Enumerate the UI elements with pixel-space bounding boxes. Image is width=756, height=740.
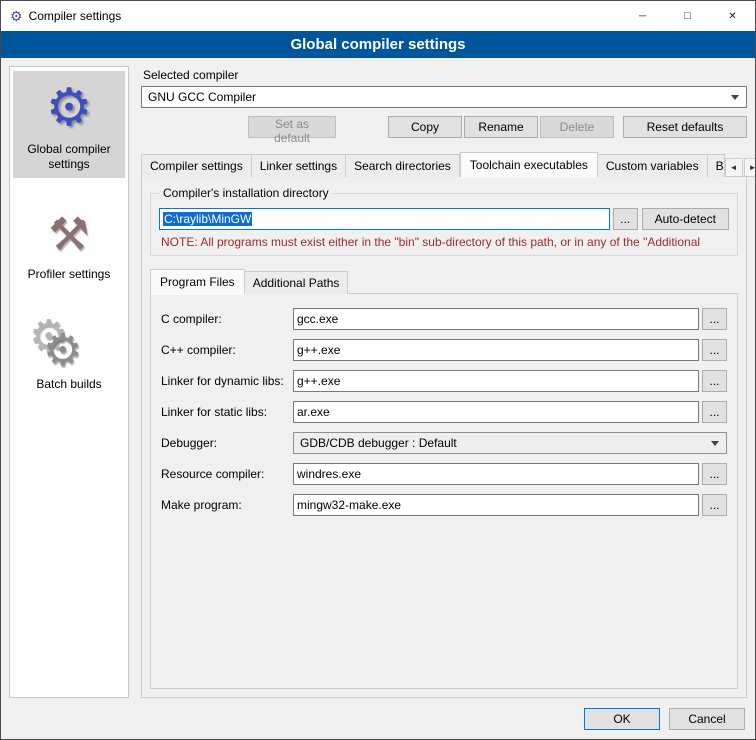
tab-program-files[interactable]: Program Files	[150, 269, 245, 294]
tab-custom-variables[interactable]: Custom variables	[598, 154, 708, 177]
resource-compiler-value: windres.exe	[297, 467, 361, 481]
dynamic-linker-row: Linker for dynamic libs: g++.exe ...	[161, 370, 727, 392]
tab-scroll-arrows: ◄ ►	[725, 158, 756, 177]
gear-gray-icon: ⚙⚙	[15, 311, 123, 375]
bin-subdirectory-note: NOTE: All programs must exist either in …	[161, 235, 727, 249]
dialog-header: Global compiler settings	[1, 31, 755, 58]
sidebar-item-global-compiler-settings[interactable]: ⚙ Global compiler settings	[13, 71, 125, 178]
cpp-compiler-label: C++ compiler:	[161, 343, 293, 357]
program-files-panel: C compiler: gcc.exe ... C++ compiler: g+…	[150, 293, 738, 689]
tab-scroll-left-icon[interactable]: ◄	[725, 158, 743, 177]
tab-additional-paths[interactable]: Additional Paths	[245, 271, 349, 294]
maximize-icon: □	[684, 10, 691, 22]
debugger-label: Debugger:	[161, 436, 293, 450]
sidebar-item-label: Profiler settings	[15, 267, 123, 282]
installation-directory-browse-button[interactable]: ...	[613, 208, 638, 230]
cpp-compiler-row: C++ compiler: g++.exe ...	[161, 339, 727, 361]
c-compiler-browse-button[interactable]: ...	[702, 308, 727, 330]
window-controls: ─ □ ✕	[620, 1, 755, 31]
dynamic-linker-input[interactable]: g++.exe	[293, 370, 699, 392]
c-compiler-row: C compiler: gcc.exe ...	[161, 308, 727, 330]
resource-compiler-input[interactable]: windres.exe	[293, 463, 699, 485]
tab-compiler-settings[interactable]: Compiler settings	[141, 154, 252, 177]
make-program-value: mingw32-make.exe	[297, 498, 401, 512]
cancel-button[interactable]: Cancel	[669, 708, 745, 730]
tab-build-options[interactable]: Build	[708, 154, 725, 177]
debugger-row: Debugger: GDB/CDB debugger : Default	[161, 432, 727, 454]
close-button[interactable]: ✕	[710, 1, 755, 31]
resource-compiler-row: Resource compiler: windres.exe ...	[161, 463, 727, 485]
static-linker-label: Linker for static libs:	[161, 405, 293, 419]
cpp-compiler-input[interactable]: g++.exe	[293, 339, 699, 361]
selected-compiler-value: GNU GCC Compiler	[148, 90, 727, 104]
main-panel: Selected compiler GNU GCC Compiler Set a…	[141, 66, 747, 698]
debugger-value: GDB/CDB debugger : Default	[300, 436, 707, 450]
make-program-row: Make program: mingw32-make.exe ...	[161, 494, 727, 516]
window-title: Compiler settings	[29, 9, 122, 23]
static-linker-browse-button[interactable]: ...	[702, 401, 727, 423]
installation-directory-row: C:\raylib\MinGW ... Auto-detect	[159, 208, 729, 230]
rename-button[interactable]: Rename	[464, 116, 538, 138]
profiler-tool-icon: ⚒	[15, 201, 123, 265]
auto-detect-button[interactable]: Auto-detect	[642, 208, 729, 230]
cpp-compiler-value: g++.exe	[297, 343, 340, 357]
c-compiler-label: C compiler:	[161, 312, 293, 326]
sidebar-item-batch-builds[interactable]: ⚙⚙ Batch builds	[13, 306, 125, 398]
gear-blue-icon: ⚙	[15, 76, 123, 140]
make-program-browse-button[interactable]: ...	[702, 494, 727, 516]
dynamic-linker-label: Linker for dynamic libs:	[161, 374, 293, 388]
static-linker-input[interactable]: ar.exe	[293, 401, 699, 423]
cpp-compiler-browse-button[interactable]: ...	[702, 339, 727, 361]
compiler-settings-window: ⚙ Compiler settings ─ □ ✕ Global compile…	[0, 0, 756, 740]
make-program-label: Make program:	[161, 498, 293, 512]
minimize-icon: ─	[639, 11, 646, 22]
installation-directory-input[interactable]: C:\raylib\MinGW	[159, 208, 610, 230]
titlebar: ⚙ Compiler settings ─ □ ✕	[1, 1, 755, 31]
delete-button[interactable]: Delete	[540, 116, 614, 138]
tab-scroll-right-icon[interactable]: ►	[744, 158, 756, 177]
compiler-actions-row: Set as default Copy Rename Delete Reset …	[141, 116, 747, 138]
resource-compiler-browse-button[interactable]: ...	[702, 463, 727, 485]
installation-directory-value: C:\raylib\MinGW	[163, 212, 252, 226]
dynamic-linker-value: g++.exe	[297, 374, 340, 388]
sidebar-item-profiler-settings[interactable]: ⚒ Profiler settings	[13, 196, 125, 288]
program-files-tabstrip: Program Files Additional Paths	[150, 269, 738, 294]
resource-compiler-label: Resource compiler:	[161, 467, 293, 481]
app-icon: ⚙	[10, 9, 23, 23]
copy-button[interactable]: Copy	[388, 116, 462, 138]
dialog-body: ⚙ Global compiler settings ⚒ Profiler se…	[1, 58, 755, 702]
close-icon: ✕	[728, 11, 736, 22]
sidebar-item-label: Global compiler settings	[15, 142, 123, 172]
tab-linker-settings[interactable]: Linker settings	[252, 154, 346, 177]
debugger-dropdown[interactable]: GDB/CDB debugger : Default	[293, 432, 727, 454]
ok-button[interactable]: OK	[584, 708, 660, 730]
minimize-button[interactable]: ─	[620, 1, 665, 31]
chevron-down-icon	[711, 441, 719, 446]
set-as-default-button[interactable]: Set as default	[248, 116, 336, 138]
dynamic-linker-browse-button[interactable]: ...	[702, 370, 727, 392]
installation-directory-group-label: Compiler's installation directory	[159, 186, 333, 200]
c-compiler-value: gcc.exe	[297, 312, 338, 326]
static-linker-row: Linker for static libs: ar.exe ...	[161, 401, 727, 423]
chevron-down-icon	[731, 95, 739, 100]
tab-search-directories[interactable]: Search directories	[346, 154, 460, 177]
tab-toolchain-executables[interactable]: Toolchain executables	[460, 152, 598, 177]
dialog-footer: OK Cancel	[1, 702, 755, 739]
toolchain-executables-panel: Compiler's installation directory C:\ray…	[141, 176, 747, 698]
installation-directory-group: Compiler's installation directory C:\ray…	[150, 193, 738, 256]
maximize-button[interactable]: □	[665, 1, 710, 31]
selected-compiler-label: Selected compiler	[143, 68, 747, 82]
reset-defaults-button[interactable]: Reset defaults	[623, 116, 747, 138]
make-program-input[interactable]: mingw32-make.exe	[293, 494, 699, 516]
sidebar: ⚙ Global compiler settings ⚒ Profiler se…	[9, 66, 129, 698]
c-compiler-input[interactable]: gcc.exe	[293, 308, 699, 330]
static-linker-value: ar.exe	[297, 405, 330, 419]
selected-compiler-dropdown[interactable]: GNU GCC Compiler	[141, 86, 747, 108]
settings-tabstrip: Compiler settings Linker settings Search…	[141, 152, 747, 177]
